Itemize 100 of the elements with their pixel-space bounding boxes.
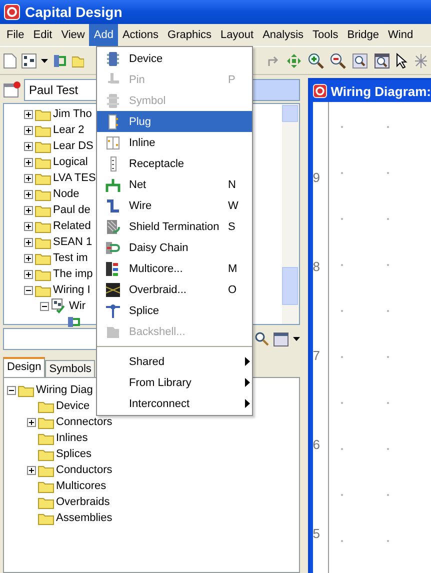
tree-item[interactable]: Conductors [56, 464, 112, 476]
ruler-label: 9 [312, 170, 321, 185]
menu-item[interactable]: Add [89, 24, 118, 46]
expand-icon[interactable] [24, 158, 33, 166]
tree-item[interactable]: Logical [53, 156, 88, 168]
collapse-icon[interactable] [24, 286, 33, 294]
submenu-item[interactable]: Interconnect [97, 393, 252, 414]
tree-item[interactable]: Wir [69, 300, 86, 312]
chip-icon [105, 50, 121, 66]
tree-item[interactable]: Overbraids [56, 496, 110, 508]
submenu-item[interactable]: Shared [97, 351, 252, 372]
expand-icon[interactable] [24, 142, 33, 150]
tree-item[interactable]: Paul de [53, 204, 90, 216]
expand-icon[interactable] [24, 270, 33, 278]
pointer-icon[interactable] [396, 52, 408, 68]
menu-item[interactable]: Device [97, 48, 252, 69]
tree-item[interactable]: Jim Tho [53, 108, 92, 120]
menu-item[interactable]: Inline [97, 132, 252, 153]
expand-icon[interactable] [24, 206, 33, 214]
ruler-label: 7 [312, 348, 321, 363]
tree-item[interactable]: Wiring I [53, 284, 90, 296]
folder-icon [35, 252, 51, 264]
folder-icon [38, 432, 54, 444]
caret-icon[interactable] [292, 337, 300, 341]
tree-item[interactable]: Lear 2 [53, 124, 84, 136]
move-icon[interactable] [286, 52, 302, 68]
menu-item[interactable]: Wind [384, 24, 418, 46]
expand-icon[interactable] [24, 110, 33, 118]
tree-item[interactable]: LVA TES [53, 172, 96, 184]
tree-item[interactable]: Wiring Diag [36, 384, 93, 396]
collapse-icon[interactable] [40, 302, 49, 310]
menu-item[interactable]: Multicore... M [97, 258, 252, 279]
folder-icon [38, 448, 54, 460]
app-logo-icon [312, 84, 327, 98]
window-title: Capital Design [25, 4, 122, 20]
zoom-out-icon[interactable] [330, 52, 346, 68]
menu-item[interactable]: Net N [97, 174, 252, 195]
panel-tab[interactable]: Symbols [45, 360, 96, 377]
caret-icon[interactable] [41, 58, 48, 62]
menu-item[interactable]: Graphics [163, 24, 216, 46]
expand-icon[interactable] [24, 238, 33, 246]
tree-item[interactable]: Lear DS [53, 140, 94, 152]
tree-item[interactable]: Multicores [56, 480, 106, 492]
block-icon [105, 92, 121, 108]
menu-item[interactable]: Plug [97, 111, 252, 132]
menu-item[interactable]: Daisy Chain [97, 237, 252, 258]
folder-icon [35, 204, 51, 216]
expand-icon[interactable] [27, 418, 36, 426]
search-icon[interactable] [254, 332, 269, 346]
tree-item[interactable]: Connectors [56, 416, 112, 428]
zoom-fit-icon[interactable] [352, 52, 368, 68]
fork-icon [105, 176, 121, 192]
menu-item[interactable]: Receptacle [97, 153, 252, 174]
menu-item[interactable]: Wire W [97, 195, 252, 216]
scrollbar[interactable] [282, 104, 299, 324]
expand-icon[interactable] [24, 190, 33, 198]
menu-item[interactable]: Splice [97, 300, 252, 321]
menu-item[interactable]: Edit [28, 24, 57, 46]
menu-item[interactable]: File [2, 24, 29, 46]
menu-item[interactable]: View [56, 24, 90, 46]
expand-icon[interactable] [24, 254, 33, 262]
menu-item[interactable]: Analysis [258, 24, 308, 46]
tree-item[interactable]: The imp [53, 268, 93, 280]
menu-item[interactable]: Shield Termination S [97, 216, 252, 237]
menu-item[interactable]: Overbraid... O [97, 279, 252, 300]
expand-icon[interactable] [24, 222, 33, 230]
tree-item[interactable]: SEAN 1 [53, 236, 92, 248]
tree-item[interactable]: Splices [56, 448, 92, 460]
submenu-item[interactable]: From Library [97, 372, 252, 393]
collapse-icon[interactable] [7, 386, 16, 394]
expand-icon[interactable] [24, 174, 33, 182]
folder-icon [35, 188, 51, 200]
wire-icon [105, 198, 121, 214]
window-icon[interactable] [272, 332, 289, 346]
sparkle-icon[interactable] [414, 52, 428, 68]
expand-icon[interactable] [27, 466, 36, 474]
chain-icon [105, 240, 121, 256]
hierarchy-icon[interactable] [21, 52, 37, 68]
zoom-window-icon[interactable] [374, 52, 390, 68]
folder-icon [35, 124, 51, 136]
menu-item[interactable]: Actions [118, 24, 164, 46]
tree-item[interactable]: Inlines [56, 432, 88, 444]
menu-item[interactable]: Tools [308, 24, 343, 46]
folder-icon [35, 268, 51, 280]
expand-icon[interactable] [24, 126, 33, 134]
submenu-arrow-icon [244, 357, 250, 366]
panel-tab[interactable]: Design [3, 357, 46, 377]
menu-item[interactable]: Bridge [342, 24, 384, 46]
menu-item[interactable]: Layout [216, 24, 258, 46]
zoom-in-icon[interactable] [308, 52, 324, 68]
tree-item[interactable]: Related [53, 220, 91, 232]
tree-item[interactable]: Test im [53, 252, 88, 264]
window-icon[interactable] [3, 81, 21, 99]
tree-item[interactable]: Node [53, 188, 80, 200]
submenu-arrow-icon [244, 399, 250, 408]
folder-icon [35, 236, 51, 248]
submenu-arrow-icon [244, 378, 250, 387]
tree-item[interactable]: Assemblies [56, 512, 112, 524]
braid-icon [105, 282, 121, 298]
tree-item[interactable]: Device [56, 400, 90, 412]
